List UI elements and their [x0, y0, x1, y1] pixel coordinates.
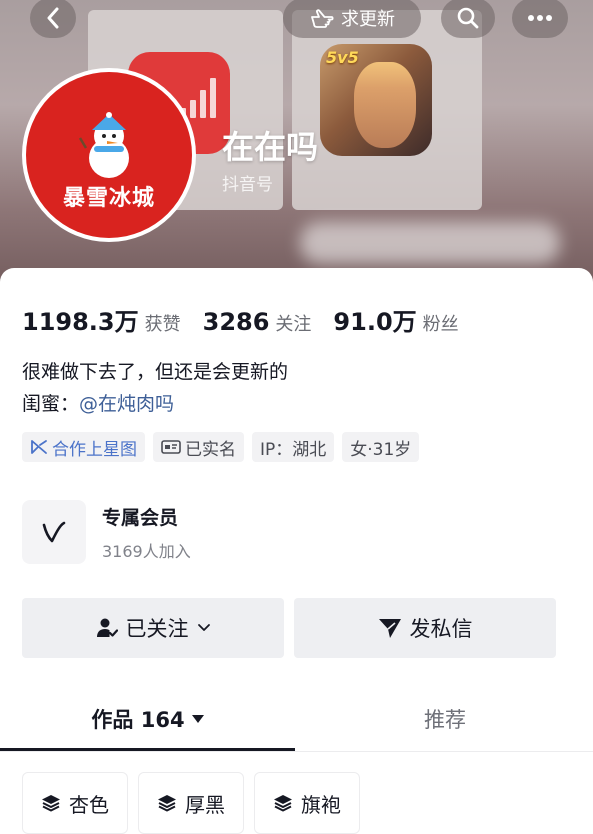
- back-button[interactable]: [30, 0, 76, 38]
- tag-ip-location: IP：湖北: [252, 432, 335, 462]
- profile-stats: 1198.3万 获赞 3286 关注 91.0万 粉丝: [22, 302, 481, 337]
- tab-works-label: 作品 164: [91, 708, 185, 732]
- user-check-icon: [96, 618, 118, 637]
- more-button[interactable]: [512, 0, 568, 38]
- profile-bio: 很难做下去了，但还是会更新的 闺蜜：@在炖肉吗: [22, 356, 288, 420]
- stat-label: 粉丝: [422, 314, 459, 335]
- bio-prefix: 闺蜜：: [22, 393, 80, 415]
- request-update-label: 求更新: [341, 9, 395, 30]
- stat-likes[interactable]: 1198.3万 获赞: [22, 302, 181, 337]
- bio-line: 闺蜜：@在炖肉吗: [22, 388, 288, 420]
- content-tabs: 作品 164 推荐: [0, 688, 593, 752]
- collection-label: 厚黑: [185, 792, 225, 817]
- tag-label: 女·31岁: [350, 439, 412, 460]
- stat-value: 3286: [202, 308, 270, 336]
- tag-label: 合作上星图: [52, 439, 137, 460]
- game-badge: 5v5: [326, 48, 359, 67]
- tag-label: 已实名: [185, 439, 236, 460]
- profile-actions: 已关注 发私信: [22, 598, 556, 658]
- caret-down-icon: [191, 715, 204, 723]
- snowman-mascot-icon: [78, 112, 129, 178]
- collection-chip[interactable]: 厚黑: [138, 772, 244, 834]
- following-label: 已关注: [125, 617, 189, 641]
- profile-sheet: 1198.3万 获赞 3286 关注 91.0万 粉丝 很难做下去了，但还是会更…: [0, 268, 593, 834]
- tab-recommend[interactable]: 推荐: [297, 688, 593, 750]
- blurred-region: [300, 222, 560, 264]
- tab-divider: [0, 751, 593, 752]
- message-label: 发私信: [409, 617, 473, 641]
- member-count: 3169人加入: [102, 541, 191, 561]
- send-icon: [378, 619, 401, 638]
- exclusive-member-entry[interactable]: 专属会员 3169人加入: [22, 500, 191, 564]
- mention-link[interactable]: @在炖肉吗: [79, 393, 174, 415]
- stat-value: 1198.3万: [22, 308, 139, 336]
- v-logo-icon: [42, 521, 66, 543]
- layers-icon: [274, 795, 292, 812]
- hand-point-icon: [311, 9, 334, 28]
- tag-verified: 已实名: [153, 432, 244, 462]
- more-icon: [528, 15, 552, 21]
- stat-value: 91.0万: [333, 308, 417, 336]
- bio-line: 很难做下去了，但还是会更新的: [22, 361, 289, 383]
- search-icon: [457, 7, 479, 29]
- stat-followers[interactable]: 91.0万 粉丝: [333, 302, 458, 337]
- avatar[interactable]: 暴雪冰城: [22, 68, 196, 242]
- douyin-id-label[interactable]: 抖音号: [222, 170, 273, 195]
- message-button[interactable]: 发私信: [294, 598, 556, 658]
- profile-tags: 合作上星图 已实名 IP：湖北 女·31岁: [22, 432, 420, 462]
- layers-icon: [42, 795, 60, 812]
- tag-label: IP：湖北: [260, 439, 327, 460]
- tab-works[interactable]: 作品 164: [0, 688, 296, 750]
- search-button[interactable]: [441, 0, 495, 38]
- tag-gender-age: 女·31岁: [342, 432, 420, 462]
- chevron-down-icon: [197, 624, 210, 631]
- request-update-button[interactable]: 求更新: [283, 0, 421, 38]
- stat-label: 获赞: [144, 314, 181, 335]
- id-card-icon: [161, 440, 181, 454]
- collection-chip[interactable]: 旗袍: [254, 772, 360, 834]
- star-map-icon: [31, 440, 47, 454]
- collection-chip[interactable]: 杏色: [22, 772, 128, 834]
- chevron-left-icon: [47, 7, 59, 29]
- cover-game-icon: 5v5: [320, 44, 432, 156]
- collection-label: 杏色: [69, 792, 109, 817]
- tab-recommend-label: 推荐: [424, 708, 466, 732]
- profile-nickname: 在在吗: [222, 128, 319, 166]
- stat-label: 关注: [275, 314, 312, 335]
- avatar-brand-text: 暴雪冰城: [62, 186, 155, 211]
- tag-star-map[interactable]: 合作上星图: [22, 432, 145, 462]
- member-title: 专属会员: [102, 506, 179, 529]
- stat-following[interactable]: 3286 关注: [203, 308, 312, 336]
- collection-chips: 杏色 厚黑 旗袍: [22, 772, 360, 834]
- layers-icon: [158, 795, 176, 812]
- collection-label: 旗袍: [301, 792, 341, 817]
- member-logo: [22, 500, 86, 564]
- following-button[interactable]: 已关注: [22, 598, 284, 658]
